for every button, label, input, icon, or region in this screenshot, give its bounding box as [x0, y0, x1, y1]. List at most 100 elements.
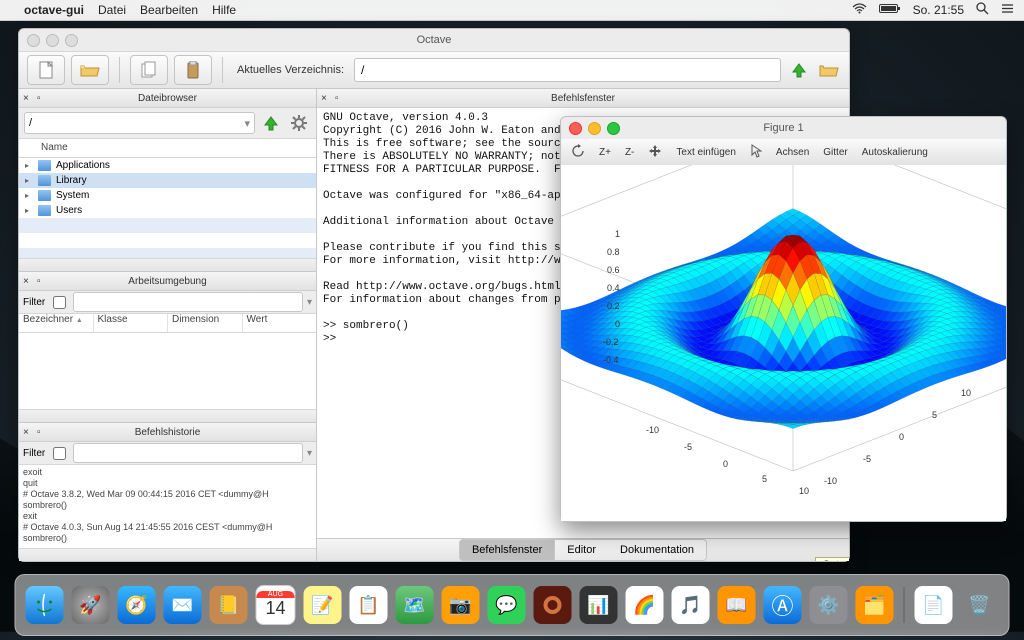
file-browser-item[interactable]: ▸Users: [19, 203, 316, 218]
grid-button[interactable]: Gitter: [823, 147, 847, 158]
dock-itunes-icon[interactable]: 🎵: [672, 586, 710, 624]
zoom-out-button[interactable]: Z-: [625, 147, 634, 158]
insert-text-button[interactable]: Text einfügen: [676, 147, 736, 158]
file-browser-column-name[interactable]: Name: [19, 138, 316, 158]
dock-safari-icon[interactable]: 🧭: [118, 586, 156, 624]
file-browser-item[interactable]: ▸Library: [19, 173, 316, 188]
window-zoom-button[interactable]: [65, 34, 78, 47]
z-tick: 0.2: [607, 301, 620, 311]
file-browser-item[interactable]: ▸System: [19, 188, 316, 203]
copy-button[interactable]: [130, 55, 168, 85]
dock-maps-icon[interactable]: 🗺️: [396, 586, 434, 624]
cmdwin-undock-icon[interactable]: ▫: [335, 93, 339, 104]
dock-photos-icon[interactable]: 🌈: [626, 586, 664, 624]
scrollbar-horizontal[interactable]: [19, 409, 316, 422]
history-list[interactable]: exoit quit # Octave 3.8.2, Wed Mar 09 00…: [19, 465, 316, 548]
xy-tick: 0: [899, 432, 904, 442]
spotlight-icon[interactable]: [976, 2, 989, 18]
axes-button[interactable]: Achsen: [776, 147, 809, 158]
dock-photobooth-icon[interactable]: 📷: [442, 586, 480, 624]
workspace-filter-checkbox[interactable]: [53, 296, 66, 309]
dock-launchpad-icon[interactable]: 🚀: [72, 586, 110, 624]
menubar-item-file[interactable]: Datei: [98, 3, 126, 17]
dock-ibooks-icon[interactable]: 📖: [718, 586, 756, 624]
dock-activity-icon[interactable]: 📊: [580, 586, 618, 624]
dock-trash-icon[interactable]: 🗑️: [961, 586, 999, 624]
dropdown-icon[interactable]: ▾: [307, 297, 312, 308]
file-browser-title: Dateibrowser: [19, 93, 316, 104]
workspace-col-dimension[interactable]: Dimension: [168, 314, 243, 332]
tab-documentation[interactable]: Dokumentation: [608, 539, 707, 561]
figure-close-button[interactable]: [569, 122, 582, 135]
zoom-in-button[interactable]: Z+: [599, 147, 611, 158]
directory-up-button[interactable]: [787, 58, 811, 82]
dock-terminal-icon[interactable]: 🗂️: [856, 586, 894, 624]
new-file-button[interactable]: [27, 55, 65, 85]
workspace-close-icon[interactable]: ×: [23, 276, 29, 287]
history-filter-checkbox[interactable]: [53, 447, 66, 460]
workspace-filter-input[interactable]: [73, 292, 303, 312]
dock-messages-icon[interactable]: 💬: [488, 586, 526, 624]
window-close-button[interactable]: [27, 34, 40, 47]
cmdwin-close-icon[interactable]: ×: [321, 93, 327, 104]
dock-finder-icon[interactable]: [26, 586, 64, 624]
menubar-item-help[interactable]: Hilfe: [212, 3, 236, 17]
select-icon[interactable]: [750, 144, 762, 161]
workspace-col-value[interactable]: Wert: [243, 314, 317, 332]
file-browser-list: ▸Applications ▸Library ▸System ▸Users: [19, 158, 316, 258]
tab-command-window[interactable]: Befehlsfenster: [459, 539, 555, 561]
dock-octave-icon[interactable]: [534, 586, 572, 624]
figure-canvas[interactable]: 1 0.8 0.6 0.4 0.2 0 -0.2 -0.4 10 5 0 -5 …: [561, 165, 1006, 521]
workspace-col-identifier[interactable]: Bezeichner ▲: [19, 314, 94, 332]
menubar-app-name[interactable]: octave-gui: [24, 3, 84, 17]
bottom-tabs: Befehlsfenster Editor Dokumentation Octa…: [317, 538, 849, 561]
figure-minimize-button[interactable]: [588, 122, 601, 135]
current-directory-input[interactable]: /: [354, 58, 781, 82]
autoscale-button[interactable]: Autoskalierung: [862, 147, 928, 158]
history-close-icon[interactable]: ×: [23, 427, 29, 438]
dock-mail-icon[interactable]: ✉️: [164, 586, 202, 624]
history-undock-icon[interactable]: ▫: [37, 427, 41, 438]
directory-browse-button[interactable]: [817, 58, 841, 82]
pan-icon[interactable]: [648, 144, 662, 161]
scrollbar-horizontal[interactable]: [19, 258, 316, 271]
window-minimize-button[interactable]: [46, 34, 59, 47]
workspace-panel: × ▫ Arbeitsumgebung Filter ▾ Bezeichner …: [19, 272, 316, 423]
dropdown-icon[interactable]: ▾: [307, 448, 312, 459]
window-title: Octave: [417, 34, 452, 46]
notification-center-icon[interactable]: [1001, 3, 1014, 17]
file-browser-empty-row: [19, 248, 316, 258]
dock-contacts-icon[interactable]: 📒: [210, 586, 248, 624]
figure-zoom-button[interactable]: [607, 122, 620, 135]
z-tick: -0.4: [603, 355, 619, 365]
file-browser-path[interactable]: /▾: [24, 112, 255, 134]
folder-icon: [38, 190, 51, 201]
file-browser-settings-button[interactable]: [287, 111, 311, 135]
file-browser-undock-icon[interactable]: ▫: [37, 93, 41, 104]
dock-appstore-icon[interactable]: Ⓐ: [764, 586, 802, 624]
menubar-item-edit[interactable]: Bearbeiten: [140, 3, 198, 17]
dock-document-icon[interactable]: 📄: [915, 586, 953, 624]
tab-editor[interactable]: Editor: [555, 539, 608, 561]
file-browser-close-icon[interactable]: ×: [23, 93, 29, 104]
history-filter-input[interactable]: [73, 443, 303, 463]
paste-button[interactable]: [174, 55, 212, 85]
workspace-undock-icon[interactable]: ▫: [37, 276, 41, 287]
xy-tick: 5: [932, 410, 937, 420]
workspace-col-class[interactable]: Klasse: [94, 314, 169, 332]
file-browser-item[interactable]: ▸Applications: [19, 158, 316, 173]
dock-systemprefs-icon[interactable]: ⚙️: [810, 586, 848, 624]
dock-notes-icon[interactable]: 📝: [304, 586, 342, 624]
workspace-filter-label: Filter: [23, 297, 45, 308]
wifi-icon[interactable]: [852, 3, 867, 17]
file-browser-up-button[interactable]: [259, 111, 283, 135]
dock-calendar-icon[interactable]: AUG14: [256, 585, 296, 625]
menubar-clock[interactable]: So. 21:55: [913, 3, 964, 17]
folder-icon: [38, 160, 51, 171]
battery-icon[interactable]: [879, 3, 901, 17]
dock-reminders-icon[interactable]: 📋: [350, 586, 388, 624]
tooltip: Octave: [815, 557, 849, 561]
open-file-button[interactable]: [71, 55, 109, 85]
rotate-icon[interactable]: [571, 144, 585, 161]
scrollbar-horizontal[interactable]: [19, 548, 316, 561]
